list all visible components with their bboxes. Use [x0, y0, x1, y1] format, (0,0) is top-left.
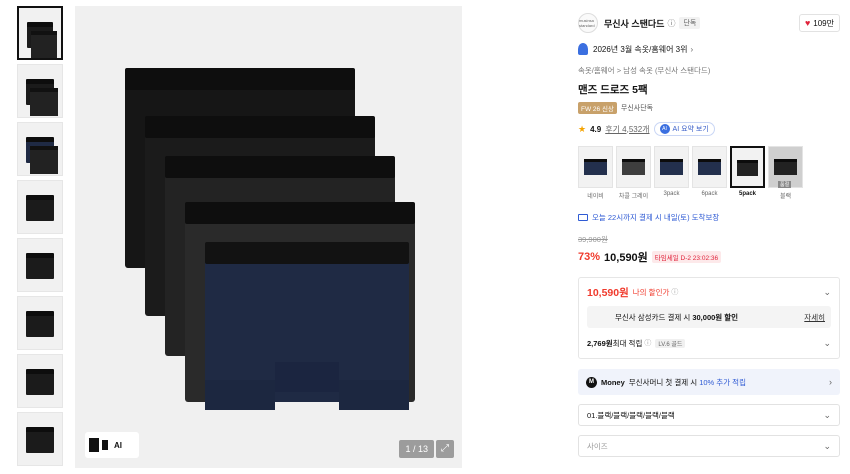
rating-row: ★ 4.9 후기 4,532개 AI AI 요약 보기 — [578, 122, 840, 136]
product-info-panel: musinsa standard 무신사 스탠다드 ⓘ 단독 ♥ 109만 20… — [568, 0, 850, 474]
thumbnail-8[interactable] — [17, 412, 63, 466]
my-discount-box: 10,590원 나의 할인가 ⓘ ⌄ 무신사 삼성카드 결제 시 30,000원… — [578, 277, 840, 359]
season-tag: FW 26 신상 — [578, 102, 617, 114]
original-price: 39,900원 — [578, 235, 608, 244]
brand-logo[interactable]: musinsa standard — [578, 13, 598, 33]
breadcrumb-level1[interactable]: 속옷/홈웨어 — [578, 66, 615, 75]
money-text: 무신사머니 첫 결제 시 10% 추가 적립 — [628, 377, 746, 387]
my-price: 10,590원 — [587, 286, 629, 299]
product-page: AI 1 / 13 ⤢ musinsa standard 무신사 스탠다드 ⓘ … — [0, 0, 850, 474]
chevron-down-icon[interactable]: ⌄ — [823, 338, 831, 349]
swatch-label: 6pack — [701, 191, 718, 197]
swatch-label: 블랙 — [779, 194, 792, 200]
chevron-right-icon: › — [829, 377, 832, 387]
exclusive-tag: 무신사단독 — [620, 105, 654, 112]
info-icon[interactable]: ⓘ — [671, 287, 678, 297]
points-row[interactable]: 2,769원 최대 적립 ⓘ LV.6 골드 ⌄ — [587, 328, 831, 358]
star-icon: ★ — [578, 123, 587, 134]
points-label: 최대 적립 — [612, 338, 643, 348]
rating-score: 4.9 — [590, 124, 602, 134]
breadcrumb-level2[interactable]: 남성 속옷 (무신사 스탠다드) — [623, 66, 710, 75]
brand-row: musinsa standard 무신사 스탠다드 ⓘ 단독 ♥ 109만 — [578, 13, 840, 33]
size-select[interactable]: 사이즈 ⌄ — [578, 435, 840, 457]
swatch-black[interactable]: 품절 블랙 — [768, 146, 803, 200]
swatch-label: 네이비 — [587, 194, 604, 200]
swatch-label: 3pack — [663, 191, 680, 197]
option-select-1[interactable]: 01.블랙/블랙/블랙/블랙/블랙 ⌄ — [578, 404, 840, 426]
product-title: 맨즈 드로즈 5팩 — [578, 84, 648, 96]
chevron-down-icon: ⌄ — [823, 409, 831, 420]
timesale-badge: 타임세일 D-2 23:02:36 — [651, 251, 722, 263]
size-select-placeholder: 사이즈 — [587, 441, 608, 451]
my-price-label: 나의 할인가 — [632, 287, 670, 297]
solo-tag: 단독 — [679, 17, 701, 29]
option-select-1-value: 01.블랙/블랙/블랙/블랙/블랙 — [587, 410, 675, 420]
delivery-info: 오늘 22시까지 결제 시 내일(토) 도착보장 — [578, 212, 840, 223]
my-price-header[interactable]: 10,590원 나의 할인가 ⓘ ⌄ — [587, 278, 831, 306]
swatch-5pack[interactable]: 5pack — [730, 146, 765, 200]
brief-image-5 — [205, 242, 409, 410]
rank-text: 2026년 3월 속옷/홈웨어 3위 — [593, 44, 688, 54]
ai-image-badge[interactable]: AI — [85, 432, 139, 458]
expand-icon[interactable]: ⤢ — [436, 440, 454, 458]
breadcrumb-separator: > — [616, 66, 622, 75]
product-tags: FW 26 신상 무신사단독 — [578, 102, 840, 114]
info-icon[interactable]: ⓘ — [644, 338, 651, 348]
swatch-6pack[interactable]: 6pack — [692, 146, 727, 200]
money-promo-banner[interactable]: M Money 무신사머니 첫 결제 시 10% 추가 적립 › — [578, 369, 840, 395]
discount-rate: 73% — [578, 251, 601, 263]
thumbnail-3[interactable] — [17, 122, 63, 176]
like-button[interactable]: ♥ 109만 — [798, 14, 840, 32]
brand-name[interactable]: 무신사 스탠다드 — [604, 17, 664, 30]
ai-badge-label: AI — [114, 440, 122, 450]
thumbnail-list — [17, 6, 65, 470]
current-price: 10,590원 — [604, 252, 648, 264]
thumbnail-4[interactable] — [17, 180, 63, 234]
swatch-charcoal[interactable]: 차콜 그레이 — [616, 146, 651, 200]
medal-icon — [578, 43, 588, 55]
heart-icon: ♥ — [804, 18, 811, 28]
level-tag: LV.6 골드 — [655, 338, 686, 348]
info-icon[interactable]: ⓘ — [667, 18, 675, 29]
money-logo-icon: M — [586, 376, 597, 388]
thumbnail-7[interactable] — [17, 354, 63, 408]
review-link[interactable]: 후기 4,532개 — [605, 124, 649, 135]
ai-summary-button[interactable]: AI AI 요약 보기 — [653, 122, 715, 136]
option-swatches: 네이비 차콜 그레이 3pack 6pack 5pack 품절 블랙 — [578, 146, 840, 200]
swatch-label: 차콜 그레이 — [618, 194, 649, 200]
main-product-image[interactable]: AI 1 / 13 ⤢ — [75, 6, 462, 468]
card-discount-text: 무신사 삼성카드 결제 시 30,000원 할인 — [615, 312, 739, 322]
swatch-navy[interactable]: 네이비 — [578, 146, 613, 200]
thumbnail-5[interactable] — [17, 238, 63, 292]
thumbnail-6[interactable] — [17, 296, 63, 350]
swatch-label: 5pack — [738, 191, 756, 197]
chevron-right-icon: › — [690, 44, 694, 54]
card-discount-row: 무신사 삼성카드 결제 시 30,000원 할인 자세히 — [587, 306, 831, 328]
points-value: 2,769원 — [587, 338, 613, 348]
card-detail-link[interactable]: 자세히 — [804, 312, 825, 323]
price-row: 73% 10,590원 타임세일 D-2 23:02:36 — [578, 249, 840, 265]
truck-icon — [578, 214, 588, 221]
delivery-text: 오늘 22시까지 결제 시 내일(토) 도착보장 — [592, 213, 720, 222]
image-counter: 1 / 13 — [399, 440, 434, 458]
thumbnail-2[interactable] — [17, 64, 63, 118]
thumbnail-1[interactable] — [17, 6, 63, 60]
money-label: Money — [601, 377, 625, 387]
soldout-badge: 품절 — [778, 181, 792, 188]
swatch-3pack[interactable]: 3pack — [654, 146, 689, 200]
like-count: 109만 — [813, 18, 834, 28]
ai-icon: AI — [659, 124, 670, 134]
chevron-down-icon: ⌄ — [823, 440, 831, 451]
breadcrumb: 속옷/홈웨어 > 남성 속옷 (무신사 스탠다드) — [578, 65, 840, 76]
chevron-down-icon[interactable]: ⌄ — [823, 287, 831, 298]
rank-link[interactable]: 2026년 3월 속옷/홈웨어 3위 › — [578, 43, 840, 55]
ai-summary-label: AI 요약 보기 — [672, 126, 709, 133]
